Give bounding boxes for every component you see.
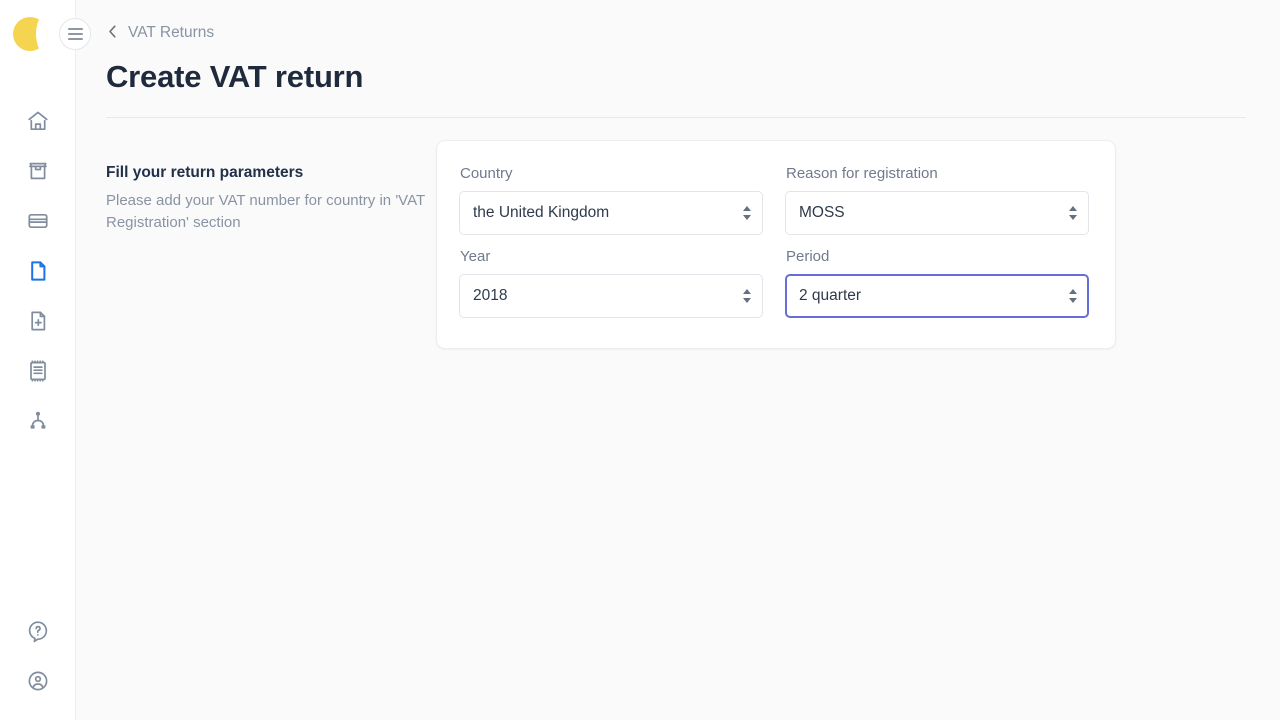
year-select[interactable]: 2018 [459, 274, 763, 319]
sidebar-item-new-document[interactable] [13, 296, 63, 346]
sidebar-primary-nav [13, 96, 63, 446]
home-icon [26, 109, 50, 133]
sidebar-secondary-nav [13, 606, 63, 706]
reason-select-wrap: MOSS [785, 191, 1089, 236]
menu-toggle-button[interactable] [59, 18, 91, 50]
field-period: Period 2 quarter [785, 248, 1089, 319]
hamburger-icon-line [67, 33, 83, 35]
content-area: Fill your return parameters Please add y… [76, 118, 1280, 350]
hamburger-icon-line [67, 28, 83, 30]
country-select[interactable]: the United Kingdom [459, 191, 763, 236]
period-select[interactable]: 2 quarter [785, 274, 1089, 319]
app-logo[interactable] [13, 17, 47, 51]
sidebar-item-home[interactable] [13, 96, 63, 146]
period-select-wrap: 2 quarter [785, 274, 1089, 319]
store-icon [26, 159, 50, 183]
sidebar-item-payments[interactable] [13, 196, 63, 246]
document-icon [26, 259, 50, 283]
sidebar [0, 0, 91, 720]
sidebar-item-organisation[interactable] [13, 396, 63, 446]
year-label: Year [460, 248, 491, 266]
country-label: Country [460, 165, 513, 183]
help-icon [26, 619, 50, 643]
main-content: VAT Returns Create VAT return Fill your … [76, 0, 1280, 720]
breadcrumb[interactable]: VAT Returns [106, 24, 214, 43]
app-logo-circle-icon [13, 17, 47, 51]
form-intro-subtitle: Please add your VAT number for country i… [106, 192, 425, 232]
year-select-wrap: 2018 [459, 274, 763, 319]
field-country: Country the United Kingdom [459, 165, 763, 236]
chevron-left-icon [106, 24, 119, 43]
page-header: VAT Returns Create VAT return [76, 0, 1280, 119]
app-root: VAT Returns Create VAT return Fill your … [0, 0, 1280, 720]
country-select-wrap: the United Kingdom [459, 191, 763, 236]
account-icon [26, 669, 50, 693]
hierarchy-icon [26, 409, 50, 433]
return-parameters-card: Country the United Kingdom Reason for re… [436, 140, 1116, 350]
receipt-icon [26, 359, 50, 383]
sidebar-item-store[interactable] [13, 146, 63, 196]
hamburger-icon-line [67, 38, 83, 40]
field-reason: Reason for registration MOSS [785, 165, 1089, 236]
card-icon [26, 209, 50, 233]
breadcrumb-label: VAT Returns [128, 24, 215, 42]
sidebar-item-help[interactable] [13, 606, 63, 656]
reason-select[interactable]: MOSS [785, 191, 1089, 236]
sidebar-item-invoices[interactable] [13, 346, 63, 396]
reason-label: Reason for registration [786, 165, 938, 183]
field-year: Year 2018 [459, 248, 763, 319]
sidebar-item-account[interactable] [13, 656, 63, 706]
sidebar-item-vat-returns[interactable] [13, 246, 63, 296]
page-title: Create VAT return [106, 58, 364, 94]
document-add-icon [26, 309, 50, 333]
period-label: Period [786, 248, 830, 266]
form-intro: Fill your return parameters Please add y… [106, 140, 436, 349]
form-intro-title: Fill your return parameters [106, 164, 304, 182]
